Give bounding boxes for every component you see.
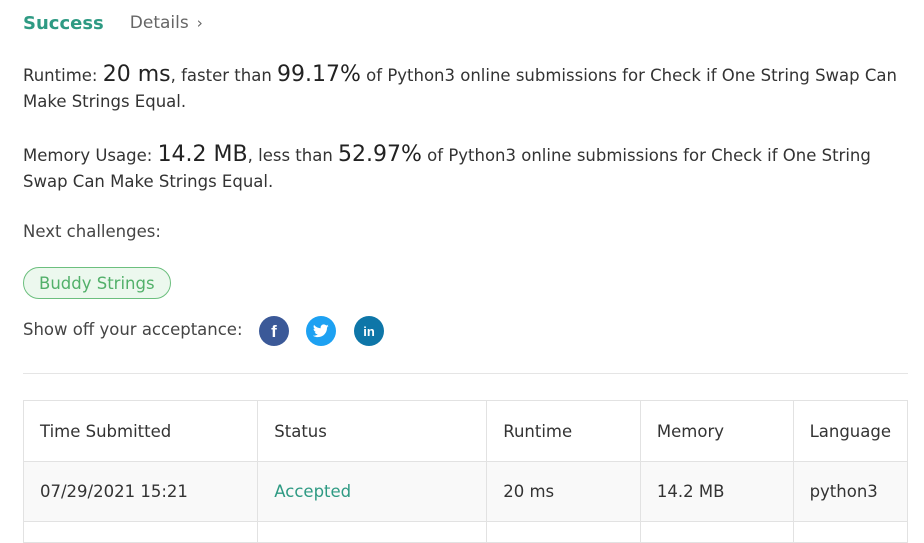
twitter-icon xyxy=(313,324,329,338)
facebook-share-button[interactable]: f xyxy=(259,316,289,346)
memory-summary: Memory Usage: 14.2 MB, less than 52.97% … xyxy=(23,142,908,195)
runtime-comparison: , faster than xyxy=(170,66,278,85)
memory-percent: 52.97% xyxy=(338,142,422,167)
column-header-time-submitted: Time Submitted xyxy=(22,400,259,462)
details-link[interactable]: Details › xyxy=(130,13,203,33)
memory-value: 14.2 MB xyxy=(157,142,248,167)
chevron-right-icon: › xyxy=(196,14,203,32)
table-row: 07/29/2021 15:21 Accepted 20 ms 14.2 MB … xyxy=(22,461,909,522)
column-header-language: Language xyxy=(792,400,909,462)
share-label: Show off your acceptance: xyxy=(23,320,243,339)
column-header-memory: Memory xyxy=(639,400,794,462)
next-challenges-label: Next challenges: xyxy=(23,222,161,241)
column-header-runtime: Runtime xyxy=(486,400,641,462)
memory-label: Memory Usage: xyxy=(23,146,158,165)
challenge-pill-buddy-strings[interactable]: Buddy Strings xyxy=(23,267,171,299)
twitter-share-button[interactable] xyxy=(306,316,336,346)
memory-comparison: , less than xyxy=(247,146,339,165)
svg-text:in: in xyxy=(363,324,375,338)
runtime-summary: Runtime: 20 ms, faster than 99.17% of Py… xyxy=(23,62,908,115)
table-row-partial xyxy=(22,521,909,543)
cell-time-submitted: 07/29/2021 15:21 xyxy=(22,461,259,522)
status-title: Success xyxy=(23,12,104,34)
cell-status-link[interactable]: Accepted xyxy=(257,461,488,522)
cell-memory: 14.2 MB xyxy=(639,461,794,522)
cell-language: python3 xyxy=(792,461,909,522)
result-header: Success Details › xyxy=(23,11,203,35)
table-header-row: Time Submitted Status Runtime Memory Lan… xyxy=(22,400,909,462)
cell-runtime: 20 ms xyxy=(486,461,641,522)
svg-text:f: f xyxy=(271,323,277,339)
runtime-percent: 99.17% xyxy=(277,62,361,87)
linkedin-icon: in xyxy=(361,324,377,338)
section-divider xyxy=(23,373,908,374)
submissions-table: Time Submitted Status Runtime Memory Lan… xyxy=(22,400,909,543)
linkedin-share-button[interactable]: in xyxy=(354,316,384,346)
facebook-icon: f xyxy=(267,323,281,339)
runtime-label: Runtime: xyxy=(23,66,103,85)
column-header-status: Status xyxy=(257,400,488,462)
details-label: Details xyxy=(129,13,189,33)
runtime-value: 20 ms xyxy=(102,62,171,87)
